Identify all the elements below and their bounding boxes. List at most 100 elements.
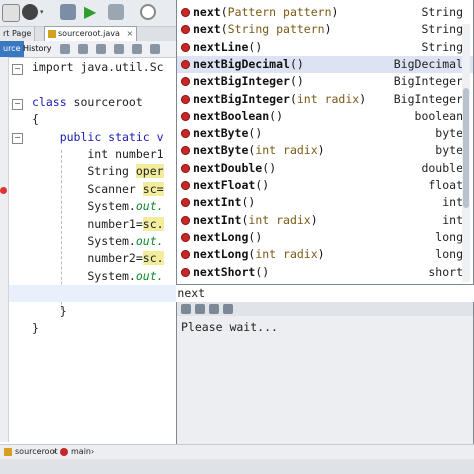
completion-item[interactable]: nextByte(int radix) byte <box>177 142 473 159</box>
code-text: Scanner <box>32 181 143 196</box>
code-line[interactable]: { <box>32 111 39 128</box>
tab-history[interactable]: History <box>20 41 54 57</box>
scroll-thumb[interactable] <box>463 88 469 208</box>
toolbar: ▾ ▶ <box>0 0 178 27</box>
completion-item[interactable]: nextLong(int radix) long <box>177 246 473 263</box>
globe-icon[interactable] <box>22 4 38 20</box>
completion-item[interactable]: nextBigInteger(int radix) BigInteger <box>177 91 473 108</box>
close-paren: ) <box>359 91 367 106</box>
method-icon <box>60 448 68 456</box>
fold-icon[interactable]: − <box>12 99 23 110</box>
method-name: nextLong <box>193 229 249 244</box>
code-line[interactable]: } <box>32 320 39 337</box>
method-signature: next(Pattern pattern) <box>193 4 338 21</box>
breadcrumb-class[interactable]: sourceroot <box>15 445 58 459</box>
completion-item[interactable]: nextLong() long <box>177 229 473 246</box>
method-signature: nextShort() <box>193 264 269 281</box>
editor-tool-icon[interactable] <box>60 44 70 54</box>
completion-item[interactable]: nextBoolean() boolean <box>177 108 473 125</box>
method-dot-icon <box>181 250 190 260</box>
breadcrumb-method[interactable]: main <box>71 445 91 459</box>
tab-start-page[interactable]: rt Page <box>0 27 36 41</box>
method-signature: nextByte(int radix) <box>193 142 325 159</box>
code-line[interactable]: class sourceroot <box>32 94 143 111</box>
run-icon[interactable] <box>2 4 20 22</box>
close-paren: ) <box>255 39 263 54</box>
editor-tool-icon[interactable] <box>96 44 106 54</box>
method-dot-icon <box>181 25 190 35</box>
method-name: nextFloat <box>193 178 256 192</box>
completion-item[interactable]: nextByte() byte <box>177 125 473 142</box>
back-arrow-icon[interactable] <box>181 304 191 314</box>
open-paren: ( <box>220 5 228 19</box>
completion-item[interactable]: next(String pattern) String <box>177 21 473 38</box>
completion-item[interactable]: nextInt() int <box>177 194 473 211</box>
close-icon[interactable]: × <box>126 29 133 38</box>
code-line[interactable]: public static v <box>32 129 164 146</box>
method-signature: nextDouble() <box>193 160 276 177</box>
editor-tool-icon[interactable] <box>114 44 124 54</box>
code-text: oper <box>135 164 164 179</box>
editor-tool-icon[interactable] <box>132 44 142 54</box>
play-icon[interactable]: ▶ <box>84 4 100 20</box>
forward-arrow-icon[interactable] <box>195 304 205 314</box>
dropdown-icon[interactable]: ▾ <box>40 4 46 20</box>
code-line[interactable]: int number1 <box>32 146 163 163</box>
close-paren: ) <box>310 212 318 227</box>
settings-icon[interactable] <box>60 4 76 20</box>
completion-item[interactable]: next(Pattern pattern) String <box>177 4 473 21</box>
doc-content: Please wait... <box>181 320 278 334</box>
method-dot-icon <box>181 94 190 104</box>
method-dot-icon <box>181 129 190 139</box>
completion-item[interactable]: nextBigInteger() BigInteger <box>177 73 473 90</box>
completion-item[interactable]: nextInt(int radix) int <box>177 212 473 229</box>
method-dot-icon <box>181 163 190 173</box>
goto-source-icon[interactable] <box>223 304 233 314</box>
profile-icon[interactable] <box>140 4 156 20</box>
close-paren: ) <box>317 247 325 262</box>
code-line[interactable]: import java.util.Sc <box>32 59 164 76</box>
method-name: nextByte <box>193 126 249 141</box>
fold-icon[interactable]: − <box>12 133 23 144</box>
completion-item[interactable]: nextLine() String <box>177 39 473 56</box>
method-name: next <box>193 5 221 19</box>
method-dot-icon <box>181 42 190 52</box>
code-line[interactable]: String oper <box>32 163 164 180</box>
code-line[interactable]: System.out. <box>32 268 163 285</box>
completion-item[interactable]: nextFloat() float <box>177 177 473 194</box>
code-keyword: out. <box>135 199 164 214</box>
fold-icon[interactable]: − <box>12 64 23 75</box>
code-completion-popup[interactable]: next(Pattern pattern) String next(String p… <box>176 0 474 285</box>
completion-item[interactable]: nextDouble() double <box>177 160 473 177</box>
method-dot-icon <box>181 8 190 17</box>
completion-item[interactable]: nextBigDecimal() BigDecimal <box>177 55 473 73</box>
tab-sourceroot[interactable]: sourceroot.java × <box>44 26 138 42</box>
editor-view-bar: urce History <box>0 41 178 58</box>
code-line[interactable]: number1=sc. <box>32 216 164 233</box>
open-paren: ( <box>289 74 297 89</box>
method-name: nextShort <box>193 264 256 279</box>
return-type: byte <box>435 143 463 158</box>
line-gutter <box>0 57 9 442</box>
editor-tool-icon[interactable] <box>150 44 160 54</box>
editor-tool-icon[interactable] <box>78 44 88 54</box>
class-icon <box>4 448 12 456</box>
java-file-icon <box>48 29 56 38</box>
method-signature: nextLine() <box>193 39 262 56</box>
tab-label: sourceroot.java <box>58 29 120 38</box>
return-type: BigDecimal <box>393 56 463 71</box>
code-line[interactable]: Scanner sc= <box>32 181 164 198</box>
close-paren: ) <box>296 56 304 71</box>
code-line[interactable]: number2=sc. <box>32 250 164 267</box>
method-dot-icon <box>181 232 190 242</box>
code-text: number2= <box>32 251 143 266</box>
completion-scrollbar[interactable] <box>462 24 470 282</box>
completion-item[interactable]: nextShort() short <box>177 264 473 281</box>
open-browser-icon[interactable] <box>209 304 219 314</box>
method-signature: nextInt() <box>193 194 255 211</box>
code-line[interactable]: System.out. <box>32 198 164 215</box>
code-line[interactable]: System.out. <box>32 233 163 250</box>
method-name: nextBigInteger <box>193 74 290 89</box>
close-paren: ) <box>296 74 304 89</box>
debug-icon[interactable] <box>108 4 124 20</box>
